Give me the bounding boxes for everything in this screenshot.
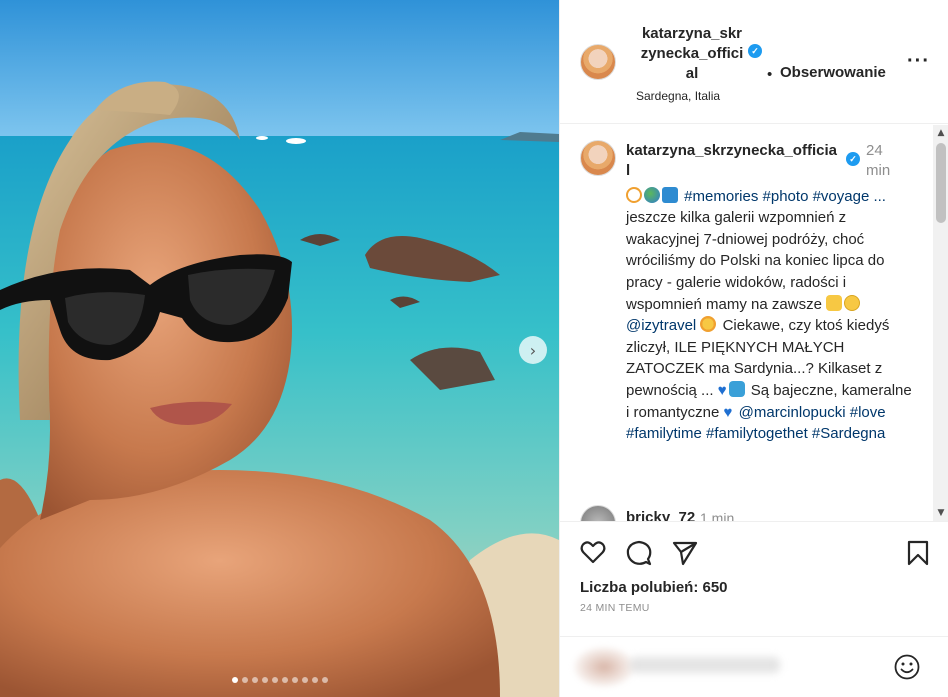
username-part: al [685, 65, 699, 82]
carousel-dot [301, 677, 308, 683]
caption-body: katarzyna_skrzynecka_officia l ✓ 24 min … [626, 141, 931, 445]
verified-badge-icon: ✓ [846, 152, 860, 166]
save-bookmark-icon[interactable] [907, 540, 929, 566]
clock-emoji-icon [626, 186, 642, 203]
comment-time: 1 min [700, 510, 735, 521]
comment-item: bricky_72 1 min [580, 505, 920, 521]
carousel-dot [231, 677, 238, 683]
blue-heart-emoji-icon: ♥ [717, 381, 727, 399]
carousel-dot [251, 677, 258, 683]
carousel-dot [281, 677, 288, 683]
following-button[interactable]: Obserwowanie [780, 64, 886, 81]
separator-dot: • [767, 66, 773, 83]
author-avatar[interactable] [580, 44, 616, 80]
scrollbar-thumb[interactable] [936, 143, 946, 223]
carousel-dot [291, 677, 298, 683]
emoji-picker-icon[interactable] [893, 653, 921, 681]
carousel-dot [321, 677, 328, 683]
carousel-dot [241, 677, 248, 683]
comment-bubble-icon[interactable] [626, 540, 652, 566]
like-heart-icon[interactable] [580, 540, 606, 564]
blurred-text [630, 657, 780, 673]
blue-heart-emoji-icon: ♥ [723, 403, 733, 421]
smile-emoji-icon [844, 294, 861, 311]
likes-count[interactable]: Liczba polubień: 650 [580, 579, 728, 596]
dolphin-emoji-icon [728, 380, 745, 397]
carousel-dot [261, 677, 268, 683]
mention-link[interactable]: @marcinlopucki [739, 404, 846, 421]
sun-emoji-icon [700, 316, 717, 333]
post-side-panel: katarzyna_skr zynecka_offici al ✓ • Obse… [559, 0, 948, 697]
username-part: katarzyna_skr [641, 25, 743, 42]
blurred-avatar [574, 647, 634, 687]
author-username[interactable]: katarzyna_skr zynecka_offici al [636, 24, 748, 84]
comments-scrollbar[interactable]: ▲ ▼ [933, 125, 948, 521]
post-photo[interactable]: › [0, 0, 559, 697]
thumbs-up-emoji-icon [826, 294, 843, 311]
scroll-up-arrow-icon[interactable]: ▲ [933, 125, 948, 141]
carousel-dot [311, 677, 318, 683]
caption-text: #memories #photo #voyage ... jeszcze kil… [626, 186, 916, 445]
carousel-dots [0, 677, 559, 683]
photo-illustration [0, 0, 559, 697]
scroll-down-arrow-icon[interactable]: ▼ [933, 505, 948, 521]
comments-section[interactable]: katarzyna_skrzynecka_officia l ✓ 24 min … [560, 125, 948, 521]
caption-username[interactable]: katarzyna_skrzynecka_officia l [626, 141, 844, 181]
post-actions: Liczba polubień: 650 24 MIN TEMU [560, 521, 948, 625]
share-paper-plane-icon[interactable] [672, 540, 698, 566]
username-part: zynecka_offici [640, 45, 744, 62]
carousel-dot [271, 677, 278, 683]
wave-emoji-icon [662, 186, 678, 203]
caption-avatar[interactable] [580, 140, 616, 176]
globe-emoji-icon [644, 186, 660, 203]
chevron-right-icon: › [529, 340, 537, 360]
next-photo-button[interactable]: › [519, 336, 547, 364]
more-options-icon[interactable]: ··· [907, 50, 930, 73]
commenter-avatar[interactable] [580, 505, 616, 521]
post-header: katarzyna_skr zynecka_offici al ✓ • Obse… [560, 0, 948, 124]
add-comment-bar[interactable] [560, 636, 948, 697]
verified-badge-icon: ✓ [748, 44, 762, 58]
caption-time: 24 min [866, 142, 891, 179]
hashtag-link[interactable]: #memories #photo #voyage ... [684, 188, 886, 205]
commenter-username[interactable]: bricky_72 [626, 509, 695, 521]
mention-link[interactable]: @izytravel [626, 317, 696, 334]
post-timestamp: 24 MIN TEMU [580, 602, 650, 614]
location-link[interactable]: Sardegna, Italia [636, 89, 720, 103]
